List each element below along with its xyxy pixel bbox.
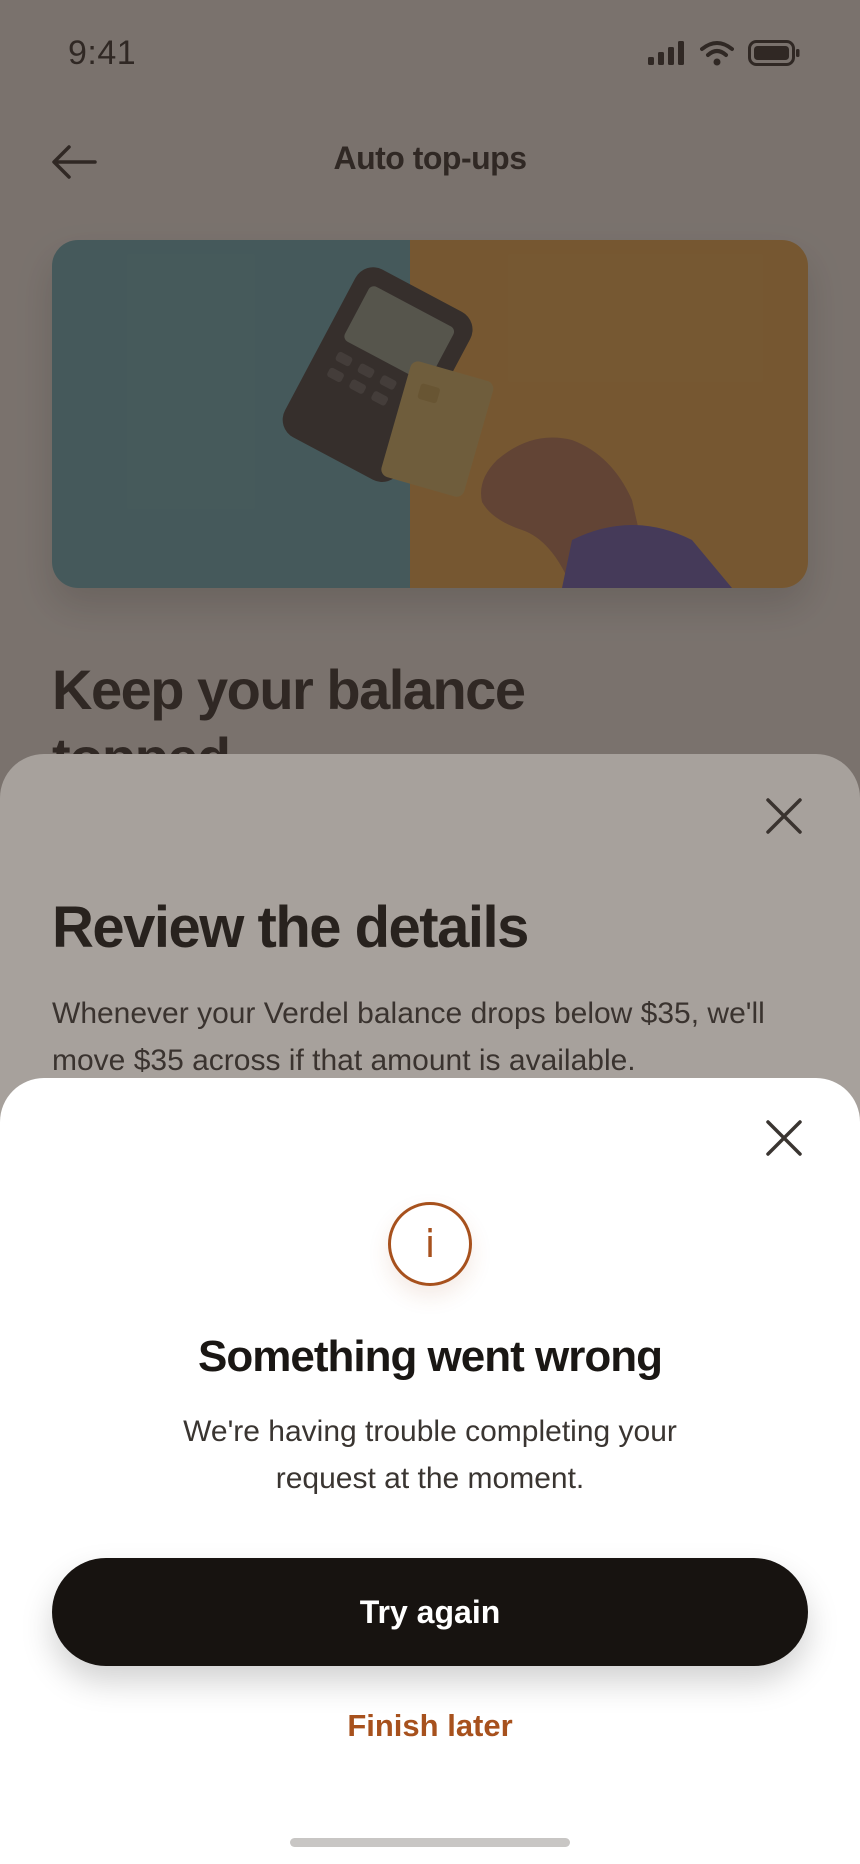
try-again-button[interactable]: Try again: [52, 1558, 808, 1666]
error-sheet: i Something went wrong We're having trou…: [0, 1078, 860, 1864]
finish-later-button[interactable]: Finish later: [280, 1690, 580, 1762]
info-glyph: i: [424, 1222, 436, 1266]
error-message: We're having trouble completing your req…: [183, 1415, 677, 1495]
error-title: Something went wrong: [198, 1332, 663, 1381]
info-icon: i: [388, 1202, 472, 1286]
home-indicator[interactable]: [290, 1838, 570, 1847]
close-icon[interactable]: [760, 1114, 808, 1162]
